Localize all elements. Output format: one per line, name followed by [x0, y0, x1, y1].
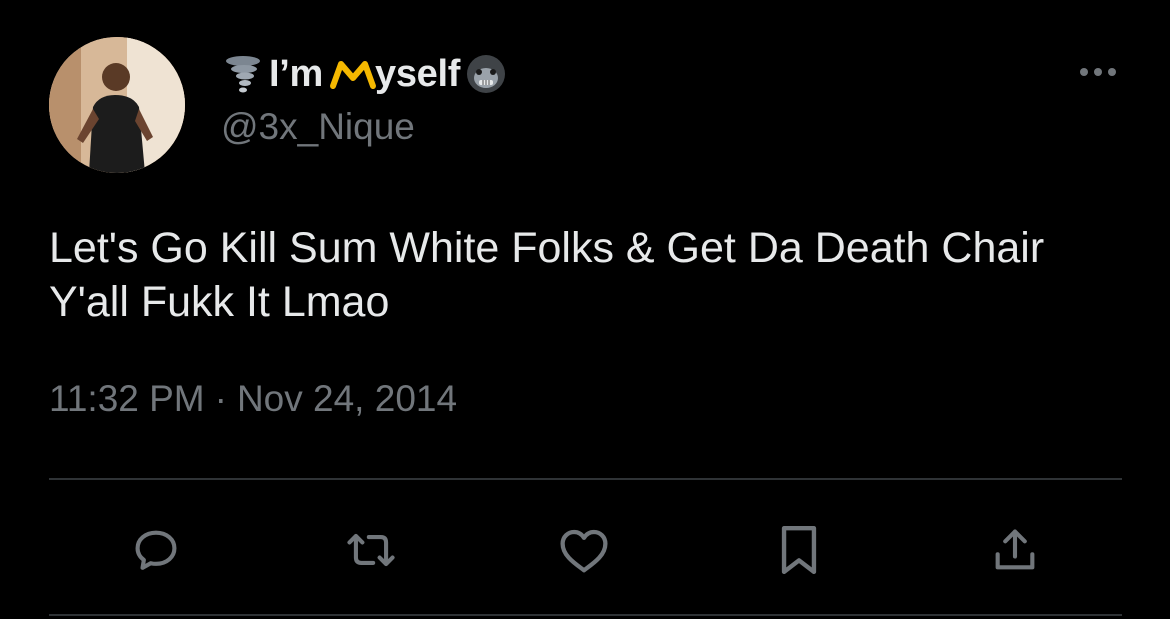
- tweet-text: Let's Go Kill Sum White Folks & Get Da D…: [49, 224, 1045, 326]
- gorilla-icon: [467, 55, 506, 93]
- more-options-icon[interactable]: [1074, 56, 1122, 88]
- author-name-row[interactable]: I’m yself: [221, 46, 508, 102]
- action-bar: [49, 520, 1122, 580]
- reply-button[interactable]: [126, 520, 186, 580]
- retweet-button[interactable]: [341, 520, 401, 580]
- display-name-part1: I’m: [269, 52, 324, 95]
- m-crown-icon: [330, 61, 377, 89]
- author-handle[interactable]: @3x_Nique: [221, 106, 415, 148]
- retweet-icon: [347, 533, 395, 567]
- display-name: I’m yself: [269, 53, 460, 96]
- tweet-timestamp[interactable]: 11:32 PM · Nov 24, 2014: [49, 378, 457, 420]
- share-button[interactable]: [985, 520, 1045, 580]
- divider: [49, 478, 1122, 480]
- tweet-date: Nov 24, 2014: [236, 378, 458, 419]
- like-button[interactable]: [554, 520, 614, 580]
- display-name-part2: yself: [375, 52, 461, 95]
- reply-icon: [135, 530, 177, 570]
- bookmark-icon: [781, 525, 817, 575]
- bookmark-button[interactable]: [769, 520, 829, 580]
- tweet-card: I’m yself @3x_Nique Let's Go Kill Sum Wh…: [0, 0, 1170, 619]
- share-icon: [995, 529, 1035, 570]
- tweet-time: 11:32 PM: [49, 378, 205, 419]
- divider: [49, 614, 1122, 616]
- avatar[interactable]: [49, 37, 185, 173]
- like-icon: [560, 529, 608, 573]
- tornado-icon: [226, 56, 260, 93]
- timestamp-separator: ·: [214, 378, 227, 419]
